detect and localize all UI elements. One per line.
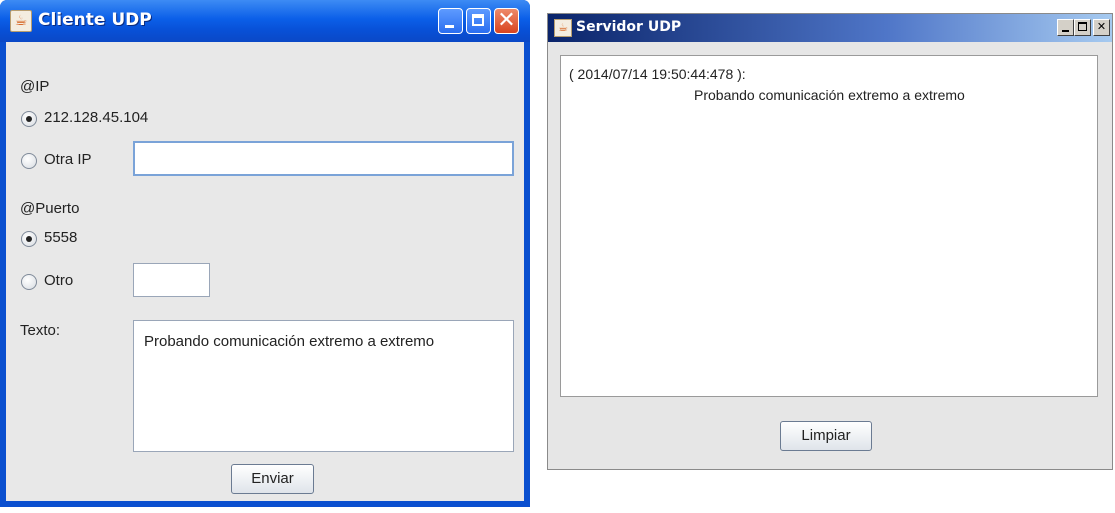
minimize-icon	[445, 25, 454, 28]
port-default-radio[interactable]	[21, 231, 37, 247]
text-label: Texto:	[20, 322, 61, 339]
port-other-label[interactable]: Otro	[44, 272, 73, 289]
message-text: Probando comunicación extremo a extremo	[144, 333, 435, 350]
minimize-button[interactable]	[438, 8, 463, 34]
port-other-radio[interactable]	[21, 274, 37, 290]
server-window: ☕ Servidor UDP ✕ ( 2014/07/14 19:50:44:4…	[547, 13, 1113, 470]
ip-other-radio[interactable]	[21, 153, 37, 169]
log-timestamp: ( 2014/07/14 19:50:44:478 ):	[569, 66, 746, 82]
port-default-label[interactable]: 5558	[44, 229, 77, 246]
client-window: ☕ Cliente UDP ✕ @IP 212.128.45.104 Otra …	[0, 0, 530, 507]
server-minimize-button[interactable]	[1057, 19, 1074, 36]
ip-default-label[interactable]: 212.128.45.104	[44, 109, 148, 126]
ip-other-label[interactable]: Otra IP	[44, 151, 92, 168]
clear-button[interactable]: Limpiar	[780, 421, 872, 451]
client-window-title: Cliente UDP	[38, 10, 152, 30]
close-button[interactable]: ✕	[494, 8, 519, 34]
close-icon: ✕	[1096, 20, 1107, 33]
ip-label: @IP	[20, 78, 50, 95]
server-maximize-button[interactable]	[1074, 19, 1091, 36]
message-textarea[interactable]: Probando comunicación extremo a extremo	[133, 320, 514, 452]
log-message: Probando comunicación extremo a extremo	[694, 87, 965, 103]
other-ip-input[interactable]	[133, 141, 514, 176]
java-cup-icon: ☕	[10, 10, 32, 32]
maximize-icon	[472, 14, 484, 26]
server-close-button[interactable]: ✕	[1093, 19, 1110, 36]
minimize-icon	[1062, 30, 1069, 32]
ip-default-radio[interactable]	[21, 111, 37, 127]
maximize-button[interactable]	[466, 8, 491, 34]
send-button[interactable]: Enviar	[231, 464, 314, 494]
close-icon: ✕	[497, 8, 516, 33]
other-port-input[interactable]	[133, 263, 210, 297]
client-content-panel: @IP 212.128.45.104 Otra IP @Puerto 5558 …	[6, 42, 524, 501]
client-titlebar[interactable]: ☕ Cliente UDP ✕	[0, 0, 530, 42]
server-log-area[interactable]: ( 2014/07/14 19:50:44:478 ): Probando co…	[560, 55, 1098, 397]
server-window-title: Servidor UDP	[576, 19, 682, 35]
java-cup-icon: ☕	[554, 19, 572, 37]
maximize-icon	[1078, 22, 1087, 31]
server-titlebar[interactable]: ☕ Servidor UDP ✕	[548, 14, 1112, 42]
port-label: @Puerto	[20, 200, 80, 217]
